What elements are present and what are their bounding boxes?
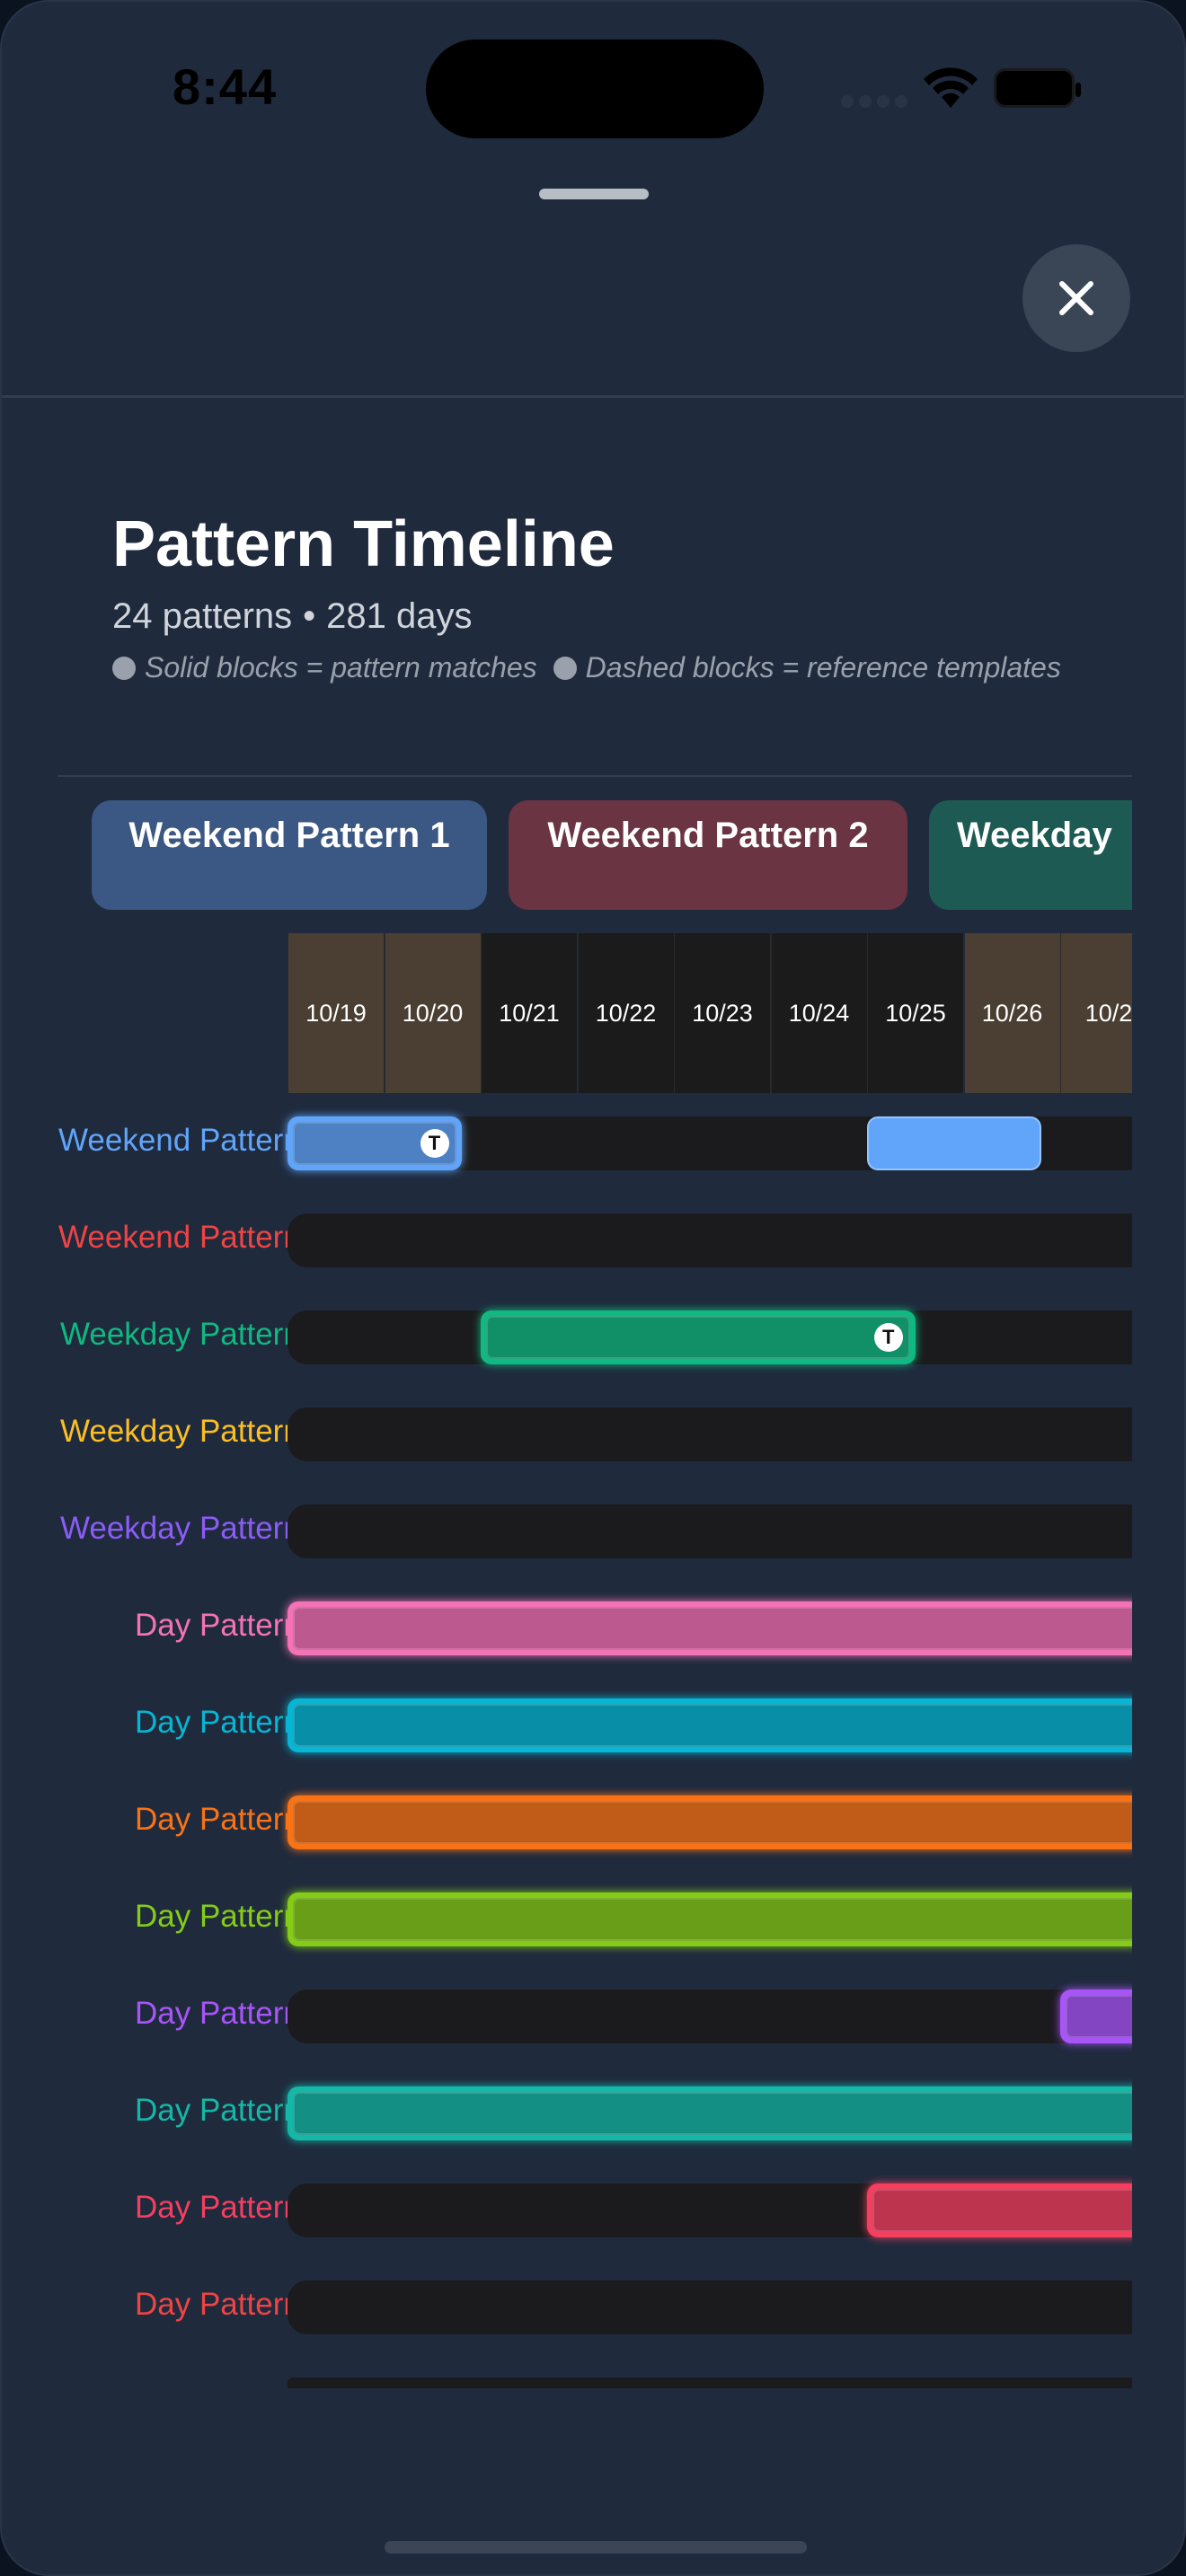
pattern-match-block[interactable]: T xyxy=(481,1310,916,1364)
date-column-header: 10/21 xyxy=(482,933,578,1093)
pattern-match-block[interactable] xyxy=(867,1116,1041,1170)
summary-separator: • xyxy=(303,596,316,636)
date-column-header: 10/23 xyxy=(675,933,771,1093)
header-divider xyxy=(2,395,1184,398)
pattern-match-block[interactable] xyxy=(1060,1989,1132,2043)
signal-dots-icon xyxy=(841,95,913,112)
timeline-track[interactable] xyxy=(288,2280,1132,2334)
row-label: Weekday Pattern 2 xyxy=(59,1414,327,1449)
timeline-track[interactable] xyxy=(288,1213,1132,1267)
row-label: Weekday Pattern 3 xyxy=(59,1511,327,1546)
date-column-header: 10/24 xyxy=(771,933,868,1093)
timeline-summary: 24 patterns • 281 days xyxy=(112,596,473,637)
pattern-match-block[interactable] xyxy=(867,2183,1132,2237)
timeline-track[interactable]: T xyxy=(288,1310,1132,1364)
row-label: Day Pattern 2 xyxy=(135,1996,327,2031)
pattern-match-block[interactable] xyxy=(288,1601,1132,1655)
solid-dot-icon xyxy=(112,657,136,680)
row-label: Weekday Pattern 1 xyxy=(59,1317,327,1352)
dashed-dot-icon xyxy=(553,657,577,680)
row-label: Day Pattern 1 xyxy=(135,1802,327,1837)
legend: Solid blocks = pattern matches Dashed blo… xyxy=(112,650,1065,684)
battery-icon xyxy=(994,68,1081,108)
section-divider xyxy=(58,775,1132,777)
block-inner xyxy=(872,2189,1132,2232)
page-title: Pattern Timeline xyxy=(112,508,615,580)
row-label: Day Pattern 3 xyxy=(135,2287,327,2322)
timeline-track[interactable] xyxy=(288,2086,1132,2140)
pattern-card-weekday[interactable]: Weekday xyxy=(929,800,1132,910)
template-badge-icon: T xyxy=(420,1129,449,1158)
pattern-match-block[interactable] xyxy=(288,1892,1132,1946)
legend-dashed: Dashed blocks = reference templates xyxy=(585,651,1061,684)
row-label: Day Pattern 2 xyxy=(135,2190,327,2225)
timeline-scroll-area[interactable]: Weekend Pattern 1 Weekend Pattern 2 Week… xyxy=(58,792,1132,2391)
pattern-card-label: Weekend Pattern 2 xyxy=(547,816,869,855)
block-inner xyxy=(293,1607,1132,1650)
row-label: Weekend Pattern 1 xyxy=(58,1123,327,1158)
timeline-track[interactable] xyxy=(288,1795,1132,1849)
block-inner xyxy=(293,1898,1132,1941)
timeline-track[interactable] xyxy=(288,1504,1132,1558)
sheet-grabber[interactable] xyxy=(539,189,649,199)
timeline-track[interactable] xyxy=(288,1407,1132,1461)
date-column-header: 10/20 xyxy=(385,933,482,1093)
row-label: Day Pattern 1 xyxy=(135,1899,327,1934)
pattern-match-block[interactable] xyxy=(288,1698,1132,1752)
close-icon xyxy=(1059,281,1093,315)
date-column-header: 10/22 xyxy=(578,933,675,1093)
timeline-track[interactable] xyxy=(288,1601,1132,1655)
timeline-track[interactable]: T xyxy=(288,1116,1132,1170)
legend-solid: Solid blocks = pattern matches xyxy=(145,651,537,684)
pattern-match-block[interactable]: T xyxy=(288,1116,462,1170)
dynamic-island xyxy=(426,40,764,138)
pattern-match-block[interactable] xyxy=(288,2086,1132,2140)
timeline-track[interactable] xyxy=(288,1698,1132,1752)
date-column-header: 10/19 xyxy=(288,933,385,1093)
template-badge-icon: T xyxy=(873,1323,903,1352)
row-label: Weekend Pattern 2 xyxy=(58,1220,327,1255)
block-inner xyxy=(486,1316,910,1359)
timeline-track[interactable] xyxy=(288,2378,1132,2388)
block-inner xyxy=(293,1704,1132,1747)
days-count: 281 days xyxy=(326,596,473,636)
row-label: Day Pattern 1 xyxy=(135,1608,327,1643)
pattern-card-label: Weekend Pattern 1 xyxy=(128,816,450,855)
row-label: Day Pattern 1 xyxy=(135,1705,327,1740)
pattern-match-block[interactable] xyxy=(288,1795,1132,1849)
date-column-header: 10/26 xyxy=(964,933,1061,1093)
wifi-icon xyxy=(924,67,978,108)
status-time: 8:44 xyxy=(173,58,278,115)
pattern-card-label: Weekday xyxy=(957,816,1112,855)
close-button[interactable] xyxy=(1022,244,1130,352)
pattern-card-weekend-1[interactable]: Weekend Pattern 1 xyxy=(92,800,487,910)
pattern-card-weekend-2[interactable]: Weekend Pattern 2 xyxy=(509,800,907,910)
timeline-track[interactable] xyxy=(288,1892,1132,1946)
row-label: Day Pattern 1 xyxy=(135,2093,327,2128)
timeline-track[interactable] xyxy=(288,1989,1132,2043)
date-column-header: 10/2 xyxy=(1061,933,1132,1093)
timeline-track[interactable] xyxy=(288,2183,1132,2237)
home-indicator xyxy=(385,2541,807,2554)
patterns-count: 24 patterns xyxy=(112,596,293,636)
pattern-timeline-sheet: 8:44 Pattern Timeline 24 patterns • 281 da… xyxy=(0,0,1186,2576)
block-inner xyxy=(1066,1995,1132,2038)
block-inner xyxy=(293,1801,1132,1844)
block-inner xyxy=(293,2092,1132,2135)
date-column-header: 10/25 xyxy=(868,933,964,1093)
